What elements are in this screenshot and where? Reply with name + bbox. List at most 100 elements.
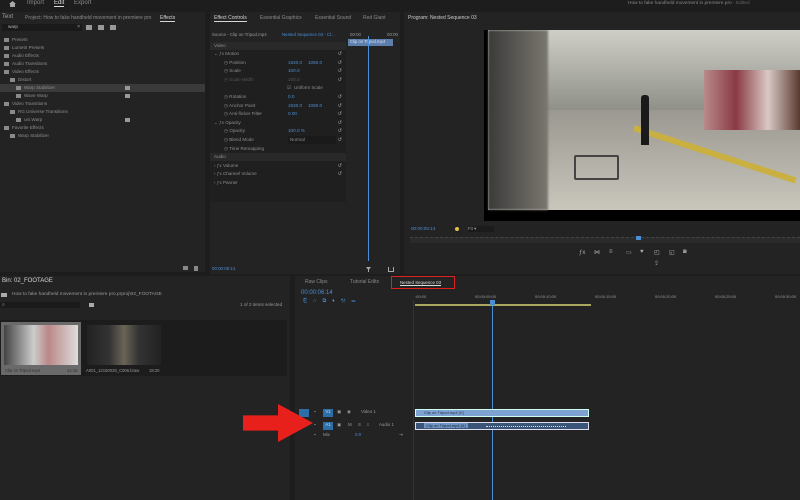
effect-property-row[interactable]: ◷ Scale 100.0 ↺ <box>210 67 346 75</box>
property-value[interactable]: 100.0 % <box>288 127 305 135</box>
mute-icon[interactable]: M <box>348 422 352 427</box>
delete-icon[interactable] <box>194 266 198 271</box>
new-bin-icon[interactable] <box>89 303 94 307</box>
menu-export[interactable]: Export <box>74 0 91 6</box>
effect-property-row[interactable]: ◷ Blend Mode Normal ↺ <box>210 136 346 144</box>
checkbox[interactable]: ☑ <box>287 84 291 92</box>
bin-title[interactable]: Bin: 02_FOOTAGE <box>2 278 53 284</box>
effects-tree-item[interactable]: Distort <box>0 76 205 84</box>
home-icon[interactable] <box>9 1 16 7</box>
effect-property-row[interactable]: ⌄ ƒx Motion ↺ <box>210 50 346 58</box>
property-value[interactable]: 100.0 <box>288 67 300 75</box>
reset-icon[interactable]: ↺ <box>338 136 342 144</box>
search-input[interactable]: warp × <box>2 24 82 31</box>
step-icon[interactable]: ≡ <box>609 249 613 255</box>
property-value[interactable]: 0.0 <box>288 93 294 101</box>
reset-icon[interactable]: ↺ <box>338 127 342 135</box>
clear-search-icon[interactable]: × <box>77 24 80 30</box>
audio-effect-row[interactable]: › ƒx Panner <box>210 179 346 187</box>
tab-nested-sequence-03[interactable]: Nested Sequence 03 <box>391 276 455 289</box>
marker-icon[interactable]: ♥ <box>640 249 644 255</box>
track-target-v1[interactable]: V1 <box>323 409 333 417</box>
reset-icon[interactable]: ↺ <box>338 59 342 67</box>
property-value[interactable]: 1920.0 <box>288 102 302 110</box>
tab-effects[interactable]: Effects <box>160 15 176 22</box>
tab-essential-sound[interactable]: Essential Sound <box>315 15 351 21</box>
bin-item[interactable]: Clip on Tripod.mp4 14:16 <box>1 322 81 375</box>
lock-icon[interactable]: ▪ <box>314 422 316 427</box>
lock-icon[interactable]: ▪ <box>314 432 316 437</box>
audio-clip[interactable]: Clip on Tripod.mp4 [A] <box>415 422 589 430</box>
audio-effect-row[interactable]: › ƒx Volume ↺ <box>210 162 346 170</box>
tab-text[interactable]: Text <box>2 14 13 20</box>
reset-icon[interactable]: ↺ <box>338 102 342 110</box>
safe-margins-icon[interactable]: ▭ <box>626 249 632 256</box>
timeline-tools[interactable]: ⎗∩⧉♦⚒▭ <box>303 298 361 304</box>
stopwatch-icon[interactable]: ◷ <box>210 146 229 151</box>
source-patch-v1[interactable] <box>299 409 309 417</box>
eye-icon[interactable]: ◉ <box>347 409 351 415</box>
tab-essential-graphics[interactable]: Essential Graphics <box>260 15 302 21</box>
stopwatch-icon[interactable]: ◷ <box>210 137 229 142</box>
effect-property-row[interactable]: ◷ Anti-flicker Filter 0.00 ↺ <box>210 110 346 118</box>
export-icon[interactable] <box>388 267 394 272</box>
bin-item[interactable]: A001_12150029_C006.braw 18:20 <box>84 322 164 375</box>
reset-icon[interactable]: ↺ <box>338 162 342 170</box>
effect-property-row[interactable]: ◷ Scale Width 100.0 ↺ <box>210 76 346 84</box>
lift-icon[interactable]: ⇪ <box>654 260 659 267</box>
program-playhead[interactable] <box>636 236 642 240</box>
video-clip[interactable]: Clip on Tripod.mp4 [V] <box>415 409 589 417</box>
reset-icon[interactable]: ↺ <box>338 76 342 84</box>
playhead-handle[interactable] <box>490 300 495 305</box>
reset-icon[interactable]: ↺ <box>338 67 342 75</box>
audio-effect-row[interactable]: › ƒx Channel Volume ↺ <box>210 170 346 178</box>
sync-icon[interactable]: ▣ <box>337 422 341 428</box>
effect-property-row[interactable]: ◷ Rotation 0.0 ↺ <box>210 93 346 101</box>
tab-effect-controls[interactable]: Effect Controls <box>214 15 247 22</box>
effect-property-row[interactable]: ◷ Time Remapping <box>210 145 346 153</box>
property-value[interactable]: 100.0 <box>288 76 300 84</box>
effects-tree-item[interactable]: Warp Stabilizer <box>0 84 205 92</box>
zoom-select[interactable]: Fit ▾ <box>468 226 494 232</box>
stopwatch-icon[interactable]: ◷ <box>210 128 229 133</box>
property-value-2[interactable]: 1080.0 <box>308 102 322 110</box>
program-title[interactable]: Program: Nested Sequence 03 <box>408 15 477 21</box>
tab-red-giant[interactable]: Red Giant <box>363 15 386 21</box>
yuv-filter-icon[interactable] <box>110 25 116 30</box>
fx-toggle-button[interactable]: ƒx <box>579 250 585 256</box>
effect-property-row[interactable]: ◷ Anchor Point 1920.0 1080.0 ↺ <box>210 102 346 110</box>
effects-tree-item[interactable]: Warp Stabilizer <box>0 132 205 140</box>
bin-search-input[interactable]: ⌕ <box>0 302 80 308</box>
export-frame-icon[interactable]: ◙ <box>683 249 687 255</box>
effect-property-row[interactable]: ◷ Opacity 100.0 % ↺ <box>210 127 346 135</box>
effects-tree-item[interactable]: RG Universe Transitions <box>0 108 205 116</box>
stopwatch-icon[interactable]: ◷ <box>210 103 229 108</box>
filter-icon[interactable] <box>366 267 371 272</box>
track-target-a1[interactable]: A1 <box>323 422 333 430</box>
32bit-filter-icon[interactable] <box>98 25 104 30</box>
stopwatch-icon[interactable]: ◷ <box>210 60 229 65</box>
stopwatch-icon[interactable]: ◷ <box>210 94 229 99</box>
property-value[interactable]: Normal <box>288 136 336 144</box>
source-selector[interactable]: Source - Clip on Tripod.mp4 <box>212 32 267 37</box>
effects-tree-item[interactable]: Favorite Effects <box>0 124 205 132</box>
timeline-playhead[interactable] <box>492 300 493 500</box>
effects-tree-item[interactable]: uni.Warp <box>0 116 205 124</box>
menu-import[interactable]: Import <box>27 0 44 6</box>
effects-tree-item[interactable]: Lumetri Presets <box>0 44 205 52</box>
reset-icon[interactable]: ↺ <box>338 50 342 58</box>
stopwatch-icon[interactable]: ◷ <box>210 77 229 82</box>
stopwatch-icon[interactable]: ◷ <box>210 111 229 116</box>
tab-tutorial-edits[interactable]: Tutorial Edits <box>350 279 379 285</box>
tab-project[interactable]: Project: How to fake handheld movement i… <box>25 15 151 21</box>
effects-tree-item[interactable]: Audio Effects <box>0 52 205 60</box>
sequence-selector[interactable]: Nested Sequence 03 - Cl... <box>282 32 335 37</box>
timeline-timecode[interactable]: 00:00:06:14 <box>301 290 333 296</box>
property-value[interactable]: 0.00 <box>288 110 297 118</box>
effects-tree-item[interactable]: Presets <box>0 36 205 44</box>
solo-icon[interactable]: S <box>358 422 361 427</box>
effects-tree-item[interactable]: Video Transitions <box>0 100 205 108</box>
mix-value[interactable]: 0.0 <box>355 432 361 437</box>
tab-raw-clips[interactable]: Raw Clips <box>305 279 328 285</box>
new-bin-icon[interactable] <box>183 266 188 270</box>
